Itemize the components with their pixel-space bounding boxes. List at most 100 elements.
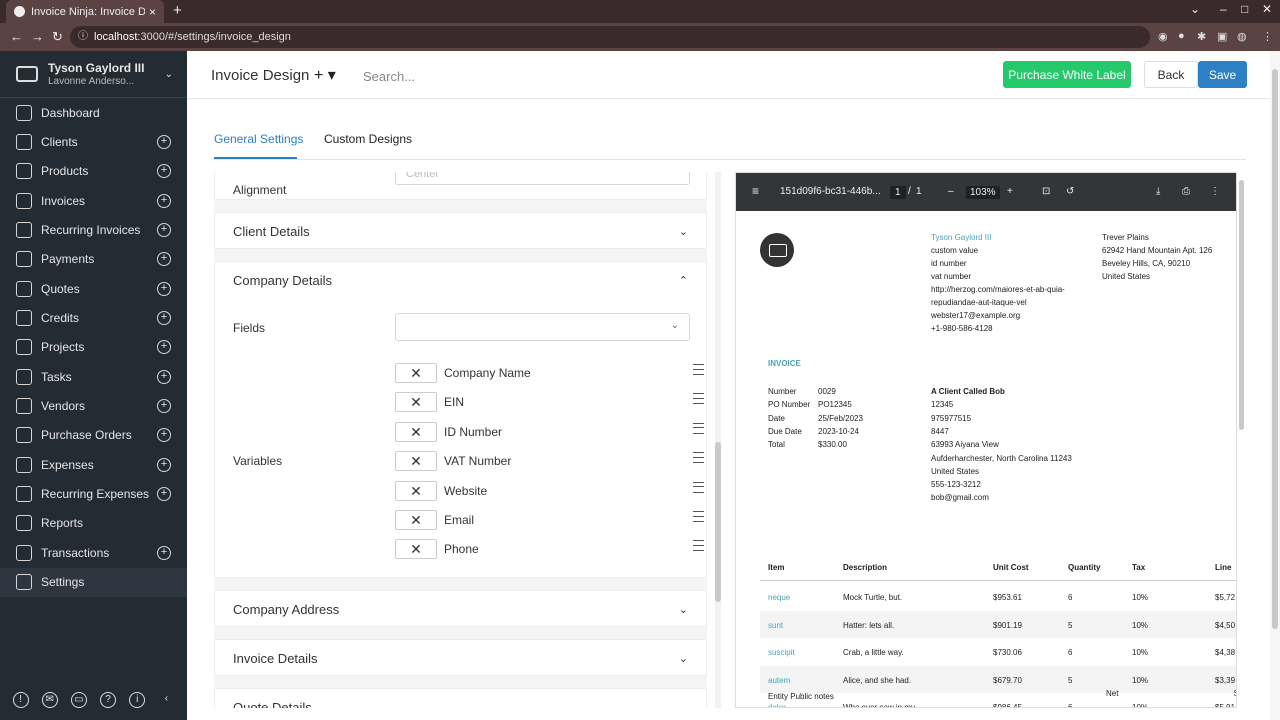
chevron-down-icon[interactable]: ⌄ bbox=[679, 603, 688, 616]
remove-variable-icon[interactable]: ✕ bbox=[395, 480, 437, 501]
sidebar-item-recurring-expenses[interactable]: Recurring Expenses + bbox=[0, 479, 187, 508]
remove-variable-icon[interactable]: ✕ bbox=[395, 451, 437, 472]
purchase-white-label-button[interactable]: Purchase White Label bbox=[1003, 61, 1131, 88]
rotate-icon[interactable]: ↺ bbox=[1066, 186, 1074, 197]
forward-icon[interactable]: → bbox=[31, 29, 44, 44]
puzzle-icon[interactable]: ✱ bbox=[1197, 30, 1206, 43]
company-switcher[interactable]: Tyson Gaylord III Lavonne Anderso... ⌄ bbox=[0, 51, 187, 98]
mail-icon[interactable]: ✉ bbox=[41, 692, 58, 708]
minimize-icon[interactable]: – bbox=[1220, 2, 1227, 16]
remove-variable-icon[interactable]: ✕ bbox=[395, 539, 437, 560]
scroll-thumb[interactable] bbox=[715, 442, 721, 602]
chat-icon[interactable]: ▭ bbox=[70, 692, 87, 708]
url-input[interactable]: ⓘ localhost:3000/#/settings/invoice_desi… bbox=[70, 26, 1150, 48]
sidebar-item-products[interactable]: Products + bbox=[0, 157, 187, 186]
collapse-sidebar-icon[interactable]: ‹ bbox=[158, 692, 174, 708]
sidebar-item-transactions[interactable]: Transactions + bbox=[0, 538, 187, 567]
extension-icon[interactable]: ◉ bbox=[1158, 30, 1168, 43]
menu-icon[interactable]: ≡ bbox=[752, 184, 759, 198]
save-button[interactable]: Save bbox=[1198, 61, 1247, 88]
chevron-down-icon[interactable]: ⌄ bbox=[679, 652, 688, 665]
invoice-details-section[interactable]: Invoice Details ⌄ bbox=[214, 639, 707, 676]
close-window-icon[interactable]: ✕ bbox=[1262, 2, 1272, 16]
sidebar-icon[interactable]: ▣ bbox=[1217, 30, 1227, 43]
tab-custom-designs[interactable]: Custom Designs bbox=[324, 132, 412, 146]
remove-variable-icon[interactable]: ✕ bbox=[395, 510, 437, 530]
chevron-down-icon[interactable]: ⌄ bbox=[679, 701, 688, 709]
zoom-in-icon[interactable]: + bbox=[1007, 186, 1013, 197]
company-address-section[interactable]: Company Address ⌄ bbox=[214, 590, 707, 627]
sidebar-item-credits[interactable]: Credits + bbox=[0, 303, 187, 332]
download-icon[interactable]: ⤓ bbox=[1156, 186, 1160, 197]
zoom-level[interactable]: 103% bbox=[966, 186, 1000, 199]
add-clients-icon[interactable]: + bbox=[157, 135, 171, 150]
maximize-icon[interactable]: □ bbox=[1241, 2, 1248, 16]
sidebar-item-dashboard[interactable]: Dashboard bbox=[0, 98, 187, 127]
info-icon[interactable]: i bbox=[129, 692, 146, 708]
add-transactions-icon[interactable]: + bbox=[157, 545, 171, 560]
sidebar-item-vendors[interactable]: Vendors + bbox=[0, 391, 187, 420]
add-recurring-expenses-icon[interactable]: + bbox=[157, 487, 171, 502]
extension-icon[interactable]: ● bbox=[1178, 30, 1185, 42]
add-credits-icon[interactable]: + bbox=[157, 311, 171, 326]
client-details-section[interactable]: Client Details ⌄ bbox=[214, 212, 707, 249]
back-button[interactable]: Back bbox=[1144, 61, 1198, 88]
drag-handle-icon[interactable] bbox=[693, 511, 704, 522]
fields-select[interactable]: ⌄ bbox=[395, 313, 690, 341]
sidebar-item-settings[interactable]: Settings bbox=[0, 567, 187, 597]
page-scrollbar[interactable] bbox=[1270, 51, 1280, 720]
sidebar-item-clients[interactable]: Clients + bbox=[0, 127, 187, 156]
add-purchase-orders-icon[interactable]: + bbox=[157, 428, 171, 443]
print-icon[interactable]: ⎙ bbox=[1182, 186, 1190, 197]
add-recurring-invoices-icon[interactable]: + bbox=[157, 223, 171, 238]
remove-variable-icon[interactable]: ✕ bbox=[395, 421, 437, 442]
alignment-select[interactable]: Center bbox=[395, 172, 690, 185]
sidebar-item-projects[interactable]: Projects + bbox=[0, 333, 187, 362]
search-input[interactable]: Search... bbox=[363, 69, 415, 84]
reload-icon[interactable]: ↻ bbox=[52, 29, 63, 45]
menu-icon[interactable]: ⋮ bbox=[1262, 30, 1273, 43]
sidebar-item-tasks[interactable]: Tasks + bbox=[0, 362, 187, 391]
drag-handle-icon[interactable] bbox=[693, 364, 704, 375]
add-menu-icon[interactable]: + ▾ bbox=[314, 65, 336, 85]
chevron-up-icon[interactable]: ⌃ bbox=[679, 274, 688, 287]
sidebar-item-quotes[interactable]: Quotes + bbox=[0, 274, 187, 303]
pdf-scrollbar[interactable] bbox=[1239, 180, 1244, 430]
zoom-out-icon[interactable]: – bbox=[948, 186, 954, 197]
tab-general-settings[interactable]: General Settings bbox=[214, 132, 303, 146]
remove-variable-icon[interactable]: ✕ bbox=[395, 392, 437, 413]
sidebar-item-purchase-orders[interactable]: Purchase Orders + bbox=[0, 421, 187, 450]
add-invoices-icon[interactable]: + bbox=[157, 193, 171, 208]
add-projects-icon[interactable]: + bbox=[157, 340, 171, 355]
add-payments-icon[interactable]: + bbox=[157, 252, 171, 267]
sidebar-item-payments[interactable]: Payments + bbox=[0, 245, 187, 274]
sidebar-item-expenses[interactable]: Expenses + bbox=[0, 450, 187, 479]
tab-close-icon[interactable]: × bbox=[149, 5, 156, 19]
scroll-thumb[interactable] bbox=[1272, 69, 1278, 629]
new-tab-icon[interactable]: + bbox=[173, 2, 182, 19]
add-products-icon[interactable]: + bbox=[157, 164, 171, 179]
site-info-icon[interactable]: ⓘ bbox=[78, 26, 88, 48]
drag-handle-icon[interactable] bbox=[693, 393, 704, 405]
help-icon[interactable]: ? bbox=[100, 692, 117, 708]
sidebar-item-invoices[interactable]: Invoices + bbox=[0, 186, 187, 215]
warning-icon[interactable]: ! bbox=[12, 692, 29, 708]
drag-handle-icon[interactable] bbox=[693, 481, 704, 493]
settings-scrollbar[interactable] bbox=[715, 172, 721, 708]
chevron-down-icon[interactable]: ⌄ bbox=[679, 225, 688, 238]
drag-handle-icon[interactable] bbox=[693, 452, 704, 464]
back-icon[interactable]: ← bbox=[10, 29, 23, 44]
add-quotes-icon[interactable]: + bbox=[157, 281, 171, 296]
drag-handle-icon[interactable] bbox=[693, 540, 704, 552]
profile-avatar-icon[interactable]: ◍ bbox=[1237, 30, 1247, 43]
page-number-input[interactable]: 1 bbox=[890, 186, 906, 199]
add-tasks-icon[interactable]: + bbox=[157, 369, 171, 384]
chevron-down-icon[interactable]: ⌄ bbox=[165, 69, 173, 80]
add-expenses-icon[interactable]: + bbox=[157, 457, 171, 472]
sidebar-item-recurring-invoices[interactable]: Recurring Invoices + bbox=[0, 215, 187, 244]
fit-page-icon[interactable]: ⊡ bbox=[1042, 186, 1050, 197]
tab-search-icon[interactable]: ⌄ bbox=[1190, 2, 1200, 16]
sidebar-item-reports[interactable]: Reports bbox=[0, 509, 187, 538]
quote-details-section[interactable]: Quote Details ⌄ bbox=[214, 688, 707, 708]
browser-tab[interactable]: Invoice Ninja: Invoice Des × bbox=[6, 0, 164, 23]
